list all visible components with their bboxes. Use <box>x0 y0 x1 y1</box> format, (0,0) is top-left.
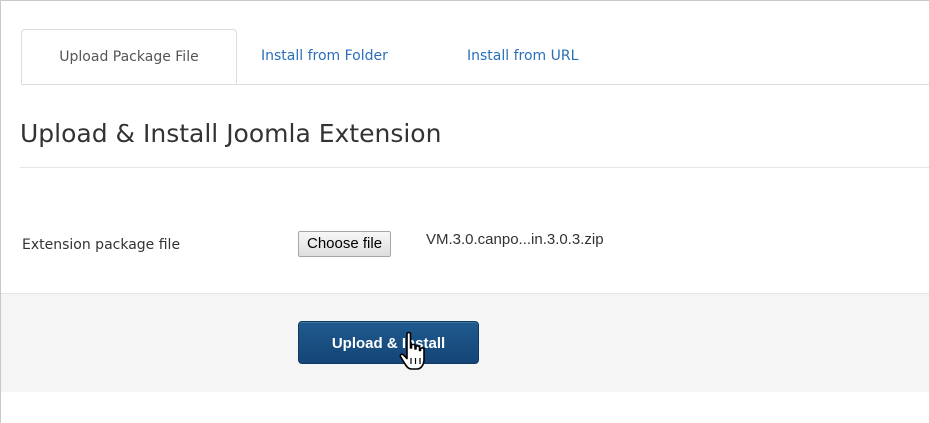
tab-install-from-url[interactable]: Install from URL <box>449 29 596 83</box>
tab-install-from-folder[interactable]: Install from Folder <box>243 29 406 83</box>
tab-upload-package-file[interactable]: Upload Package File <box>21 29 237 84</box>
page-heading: Upload & Install Joomla Extension <box>20 119 442 148</box>
choose-file-button[interactable]: Choose file <box>298 231 392 257</box>
hand-pointer-icon <box>399 331 425 370</box>
upload-install-button[interactable]: Upload & Install <box>298 321 479 364</box>
extension-package-file-label: Extension package file <box>22 237 181 253</box>
heading-divider <box>20 167 929 168</box>
installer-tabs: Upload Package File Install from Folder … <box>21 29 929 85</box>
selected-file-name: VM.3.0.canpo...in.3.0.3.zip <box>426 231 604 248</box>
